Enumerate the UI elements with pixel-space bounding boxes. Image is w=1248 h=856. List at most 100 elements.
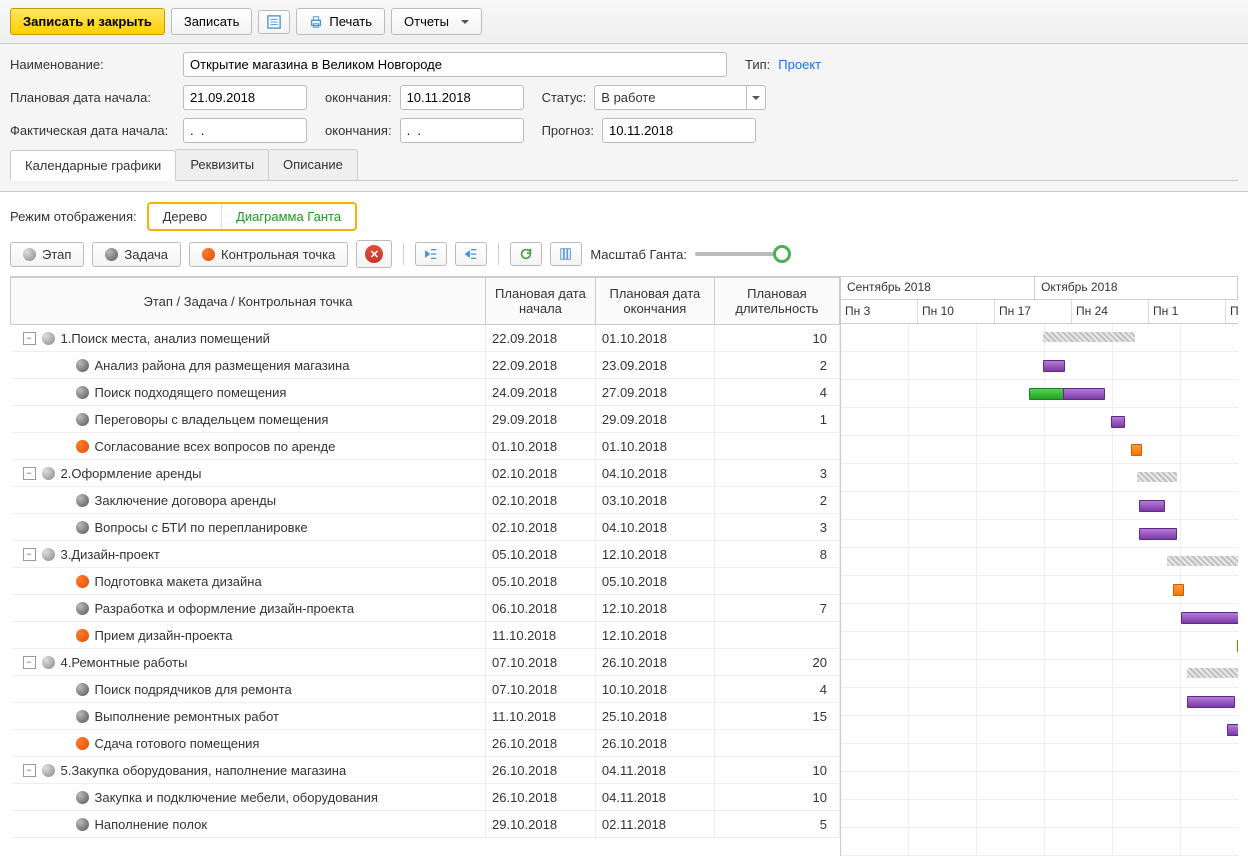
milestone-icon [76, 629, 89, 642]
forecast-input[interactable] [602, 118, 756, 143]
gantt-bar-task[interactable] [1227, 724, 1238, 736]
gantt-bar-task[interactable] [1111, 416, 1125, 428]
viewmode-tree[interactable]: Дерево [149, 204, 222, 229]
table-row[interactable]: Поиск подходящего помещения24.09.201827.… [11, 379, 840, 406]
table-row[interactable]: −1.Поиск места, анализ помещений22.09.20… [11, 325, 840, 352]
save-button[interactable]: Записать [171, 8, 253, 35]
table-row[interactable]: Анализ района для размещения магазина22.… [11, 352, 840, 379]
reports-button[interactable]: Отчеты [391, 8, 482, 35]
table-row[interactable]: Заключение договора аренды02.10.201803.1… [11, 487, 840, 514]
gantt-scale-slider[interactable] [695, 252, 785, 256]
table-row[interactable]: Сдача готового помещения26.10.201826.10.… [11, 730, 840, 757]
table-row[interactable]: Согласование всех вопросов по аренде01.1… [11, 433, 840, 460]
settings-button[interactable] [550, 242, 582, 266]
indent-button[interactable] [455, 242, 487, 266]
task-icon [76, 386, 89, 399]
gantt-bar-stage[interactable] [1187, 668, 1238, 678]
tab-details[interactable]: Реквизиты [175, 149, 269, 180]
name-input[interactable] [183, 52, 727, 77]
row-start: 07.10.2018 [486, 676, 596, 703]
table-row[interactable]: Подготовка макета дизайна05.10.201805.10… [11, 568, 840, 595]
table-row[interactable]: −4.Ремонтные работы07.10.201826.10.20182… [11, 649, 840, 676]
gantt-bar-task[interactable] [1139, 500, 1165, 512]
fact-end-input[interactable] [400, 118, 524, 143]
tab-schedule[interactable]: Календарные графики [10, 150, 176, 181]
table-row[interactable]: Поиск подрядчиков для ремонта07.10.20181… [11, 676, 840, 703]
row-start: 26.10.2018 [486, 784, 596, 811]
print-button[interactable]: Печать [296, 8, 385, 35]
row-name: Поиск подходящего помещения [95, 385, 287, 400]
plan-start-input[interactable] [183, 85, 307, 110]
add-milestone-button[interactable]: Контрольная точка [189, 242, 348, 267]
table-row[interactable]: − 5.Закупка оборудования, наполнение мага… [11, 757, 840, 784]
row-end: 26.10.2018 [595, 649, 714, 676]
gantt-bar-milestone[interactable] [1131, 444, 1142, 456]
gantt-bar-task[interactable] [1043, 360, 1065, 372]
row-name: Подготовка макета дизайна [95, 574, 262, 589]
collapse-icon[interactable]: − [23, 656, 36, 669]
row-end: 25.10.2018 [595, 703, 714, 730]
row-name: Анализ района для размещения магазина [95, 358, 350, 373]
gantt-bar-task[interactable] [1139, 528, 1177, 540]
slider-handle[interactable] [773, 245, 791, 263]
viewmode-bar: Режим отображения: Дерево Диаграмма Гант… [0, 192, 1248, 237]
gantt-pane: Сентябрь 2018Октябрь 2018 Пн 3Пн 10Пн 17… [840, 277, 1238, 856]
refresh-button[interactable] [510, 242, 542, 266]
add-task-button[interactable]: Задача [92, 242, 181, 267]
delete-button[interactable]: ✕ [356, 240, 392, 268]
gantt-month: Сентябрь 2018 [841, 277, 1035, 299]
table-row[interactable]: −2.Оформление аренды02.10.201804.10.2018… [11, 460, 840, 487]
scale-label: Масштаб Ганта: [590, 247, 687, 262]
collapse-icon[interactable]: − [23, 467, 36, 480]
task-icon [76, 494, 89, 507]
type-link[interactable]: Проект [778, 57, 821, 72]
collapse-icon[interactable]: − [23, 764, 36, 777]
collapse-icon[interactable]: − [23, 548, 36, 561]
table-row[interactable]: Закупка и подключение мебели, оборудован… [11, 784, 840, 811]
gantt-bar-milestone[interactable] [1237, 640, 1238, 652]
gantt-bar-stage[interactable] [1043, 332, 1135, 342]
gantt-row [841, 408, 1238, 436]
table-row[interactable]: Прием дизайн-проекта11.10.201812.10.2018 [11, 622, 840, 649]
table-row[interactable]: Выполнение ремонтных работ11.10.201825.1… [11, 703, 840, 730]
gantt-row [841, 716, 1238, 744]
gantt-week: Пн 1 [1149, 300, 1226, 323]
row-name: 1.Поиск места, анализ помещений [61, 331, 270, 346]
delete-icon: ✕ [365, 245, 383, 263]
gantt-bar-task[interactable] [1181, 612, 1238, 624]
row-dur [714, 622, 839, 649]
list-button[interactable] [258, 10, 290, 34]
gantt-row [841, 604, 1238, 632]
add-stage-button[interactable]: Этап [10, 242, 84, 267]
status-value: В работе [594, 85, 766, 110]
gantt-bar-task[interactable] [1187, 696, 1235, 708]
status-select[interactable]: В работе [594, 85, 766, 110]
row-end: 12.10.2018 [595, 622, 714, 649]
name-label: Наименование: [10, 57, 175, 72]
save-close-button[interactable]: Записать и закрыть [10, 8, 165, 35]
collapse-icon[interactable]: − [23, 332, 36, 345]
gantt-bar-stage[interactable] [1167, 556, 1238, 566]
tab-description[interactable]: Описание [268, 149, 358, 180]
viewmode-gantt[interactable]: Диаграмма Ганта [222, 204, 355, 229]
gantt-row [841, 632, 1238, 660]
row-name: Поиск подрядчиков для ремонта [95, 682, 292, 697]
type-label: Тип: [745, 57, 770, 72]
row-name: Закупка и подключение мебели, оборудован… [95, 790, 378, 805]
table-row[interactable]: Вопросы с БТИ по перепланировке02.10.201… [11, 514, 840, 541]
gantt-bar-stage[interactable] [1137, 472, 1177, 482]
row-start: 29.09.2018 [486, 406, 596, 433]
outdent-button[interactable] [415, 242, 447, 266]
table-row[interactable]: Разработка и оформление дизайн-проекта06… [11, 595, 840, 622]
fact-start-input[interactable] [183, 118, 307, 143]
plan-end-input[interactable] [400, 85, 524, 110]
gantt-bar-milestone[interactable] [1173, 584, 1184, 596]
table-row[interactable]: −3.Дизайн-проект05.10.201812.10.20188 [11, 541, 840, 568]
row-end: 04.11.2018 [595, 784, 714, 811]
row-name: 5.Закупка оборудования, наполнение магаз… [61, 763, 347, 778]
row-start: 26.10.2018 [486, 730, 596, 757]
milestone-icon [76, 737, 89, 750]
table-row[interactable]: Переговоры с владельцем помещения29.09.2… [11, 406, 840, 433]
gantt-bar-task[interactable] [1063, 388, 1105, 400]
stage-icon [42, 764, 55, 777]
